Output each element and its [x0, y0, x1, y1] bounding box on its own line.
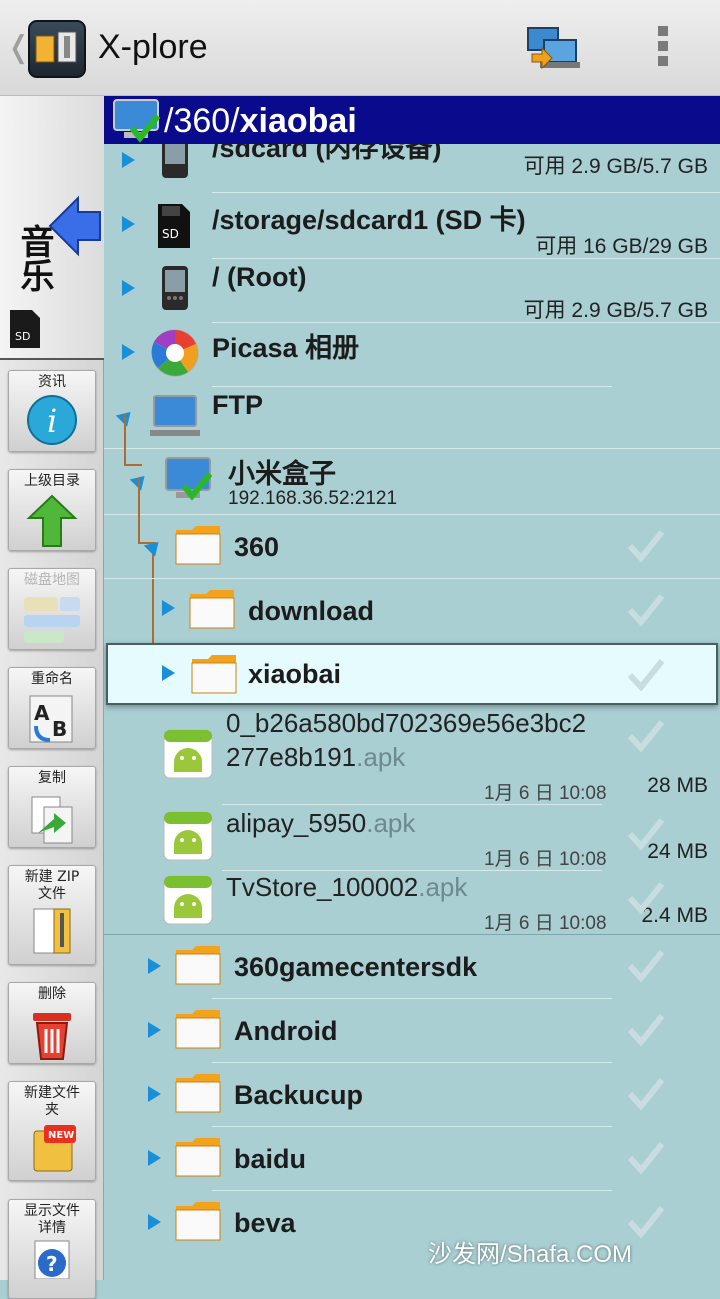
folder-icon [191, 655, 237, 694]
collapse-icon[interactable] [129, 470, 151, 491]
collapse-icon[interactable] [143, 536, 165, 557]
folder-row[interactable]: Backucup [104, 1062, 720, 1126]
expand-icon[interactable] [122, 344, 135, 360]
svg-text:B: B [52, 717, 67, 741]
expand-icon[interactable] [122, 280, 135, 296]
check-icon[interactable] [626, 1076, 666, 1110]
expand-icon[interactable] [162, 665, 175, 681]
folder-icon [175, 1202, 221, 1241]
ftp-server-icon [113, 99, 161, 143]
overflow-menu-icon[interactable] [656, 26, 670, 70]
pane-switch-icon[interactable] [526, 26, 580, 70]
sd-card-icon: SD [158, 204, 190, 248]
check-icon[interactable] [626, 880, 666, 914]
check-icon[interactable] [626, 528, 666, 562]
rename-button[interactable]: 重命名 A B [8, 667, 96, 749]
expand-icon[interactable] [148, 1086, 161, 1102]
path-label: /360/xiaobai [164, 102, 357, 140]
svg-text:NEW: NEW [48, 1130, 74, 1141]
svg-text:?: ? [46, 1252, 58, 1276]
show-details-button[interactable]: 显示文件详情 ? [8, 1199, 96, 1299]
svg-text:SD: SD [162, 227, 179, 241]
apk-icon [163, 811, 213, 861]
copy-button[interactable]: 复制 [8, 766, 96, 848]
new-folder-icon: NEW [33, 1125, 76, 1172]
folder-icon [175, 1010, 221, 1049]
new-zip-button[interactable]: 新建 ZIP 文件 [8, 865, 96, 965]
disk-map-button[interactable]: 磁盘地图 [8, 568, 96, 650]
check-icon[interactable] [626, 1140, 666, 1174]
network-icon [150, 395, 200, 436]
picasa-row[interactable]: Picasa 相册 [104, 322, 720, 386]
up-arrow-icon [26, 494, 78, 547]
folder-icon [189, 590, 235, 629]
folder-row[interactable]: baidu [104, 1126, 720, 1190]
svg-text:SD: SD [15, 330, 30, 343]
expand-icon[interactable] [122, 216, 135, 232]
check-icon[interactable] [626, 816, 666, 850]
file-list: /sdcard (内存设备) 可用 2.9 GB/5.7 GB SD /stor… [104, 144, 720, 1280]
apk-icon [163, 875, 213, 925]
folder-icon [175, 1138, 221, 1177]
check-icon[interactable] [626, 592, 666, 626]
app-logo-icon[interactable] [28, 20, 86, 78]
expand-icon[interactable] [148, 958, 161, 974]
storage-row[interactable]: /sdcard (内存设备) 可用 2.9 GB/5.7 GB [104, 144, 720, 192]
collapse-icon[interactable] [115, 406, 137, 427]
info-button[interactable]: 资讯 i [8, 370, 96, 452]
folder-row[interactable]: 360gamecentersdk [104, 934, 720, 998]
app-title: X-plore [98, 28, 208, 66]
folder-row[interactable]: download [104, 578, 720, 642]
new-folder-button[interactable]: 新建文件夹 NEW [8, 1081, 96, 1181]
rename-icon: A B [29, 695, 73, 743]
phone-icon [162, 144, 188, 178]
storage-row[interactable]: SD /storage/sdcard1 (SD 卡) 可用 16 GB/29 G… [104, 194, 720, 258]
check-icon[interactable] [626, 1012, 666, 1046]
check-icon[interactable] [626, 1204, 666, 1238]
folder-icon [175, 946, 221, 985]
arrow-left-icon[interactable] [48, 194, 102, 258]
expand-icon[interactable] [148, 1150, 161, 1166]
ftp-server-row[interactable]: 小米盒子 192.168.36.52:2121 [104, 450, 720, 514]
folder-row[interactable]: Android [104, 998, 720, 1062]
check-icon[interactable] [626, 657, 666, 691]
parent-dir-button[interactable]: 上级目录 [8, 469, 96, 551]
disk-map-icon [24, 597, 80, 643]
volume-tab[interactable]: 音乐 SD [0, 96, 104, 360]
zip-file-icon [33, 908, 71, 954]
check-icon[interactable] [626, 718, 666, 752]
storage-row[interactable]: / (Root) 可用 2.9 GB/5.7 GB [104, 258, 720, 322]
info-icon: i [27, 395, 77, 445]
phone-icon [162, 266, 188, 310]
file-row[interactable]: 0_b26a580bd702369e56e3bc2 277e8b191.apk … [104, 708, 720, 804]
watermark: 沙发网/Shafa.COM [428, 1241, 633, 1268]
copy-icon [31, 796, 73, 844]
sd-card-icon: SD [10, 310, 40, 348]
folder-icon [175, 1074, 221, 1113]
expand-icon[interactable] [122, 152, 135, 168]
ftp-server-icon [165, 457, 213, 501]
apk-icon [163, 729, 213, 779]
file-row[interactable]: TvStore_100002.apk 1月 6 日 10:08 2.4 MB [104, 870, 720, 934]
folder-row[interactable]: 360 [104, 514, 720, 578]
svg-text:A: A [34, 701, 50, 725]
expand-icon[interactable] [148, 1022, 161, 1038]
expand-icon[interactable] [162, 600, 175, 616]
expand-icon[interactable] [148, 1214, 161, 1230]
help-icon: ? [34, 1240, 70, 1279]
picasa-icon [151, 329, 199, 377]
svg-text:i: i [47, 402, 57, 440]
delete-button[interactable]: 删除 [8, 982, 96, 1064]
file-row[interactable]: alipay_5950.apk 1月 6 日 10:08 24 MB [104, 806, 720, 870]
check-icon[interactable] [626, 948, 666, 982]
folder-icon [175, 526, 221, 565]
app-bar: ❬ X-plore [0, 0, 720, 96]
path-bar: /360/xiaobai [104, 96, 720, 144]
tool-panel: 音乐 SD 资讯 i 上级目录 磁盘地图 重命名 A B 复制 新建 ZIP 文… [0, 96, 104, 1299]
ftp-row[interactable]: FTP [104, 386, 720, 450]
folder-row-selected[interactable]: xiaobai [106, 643, 718, 705]
trash-icon [33, 1013, 71, 1060]
